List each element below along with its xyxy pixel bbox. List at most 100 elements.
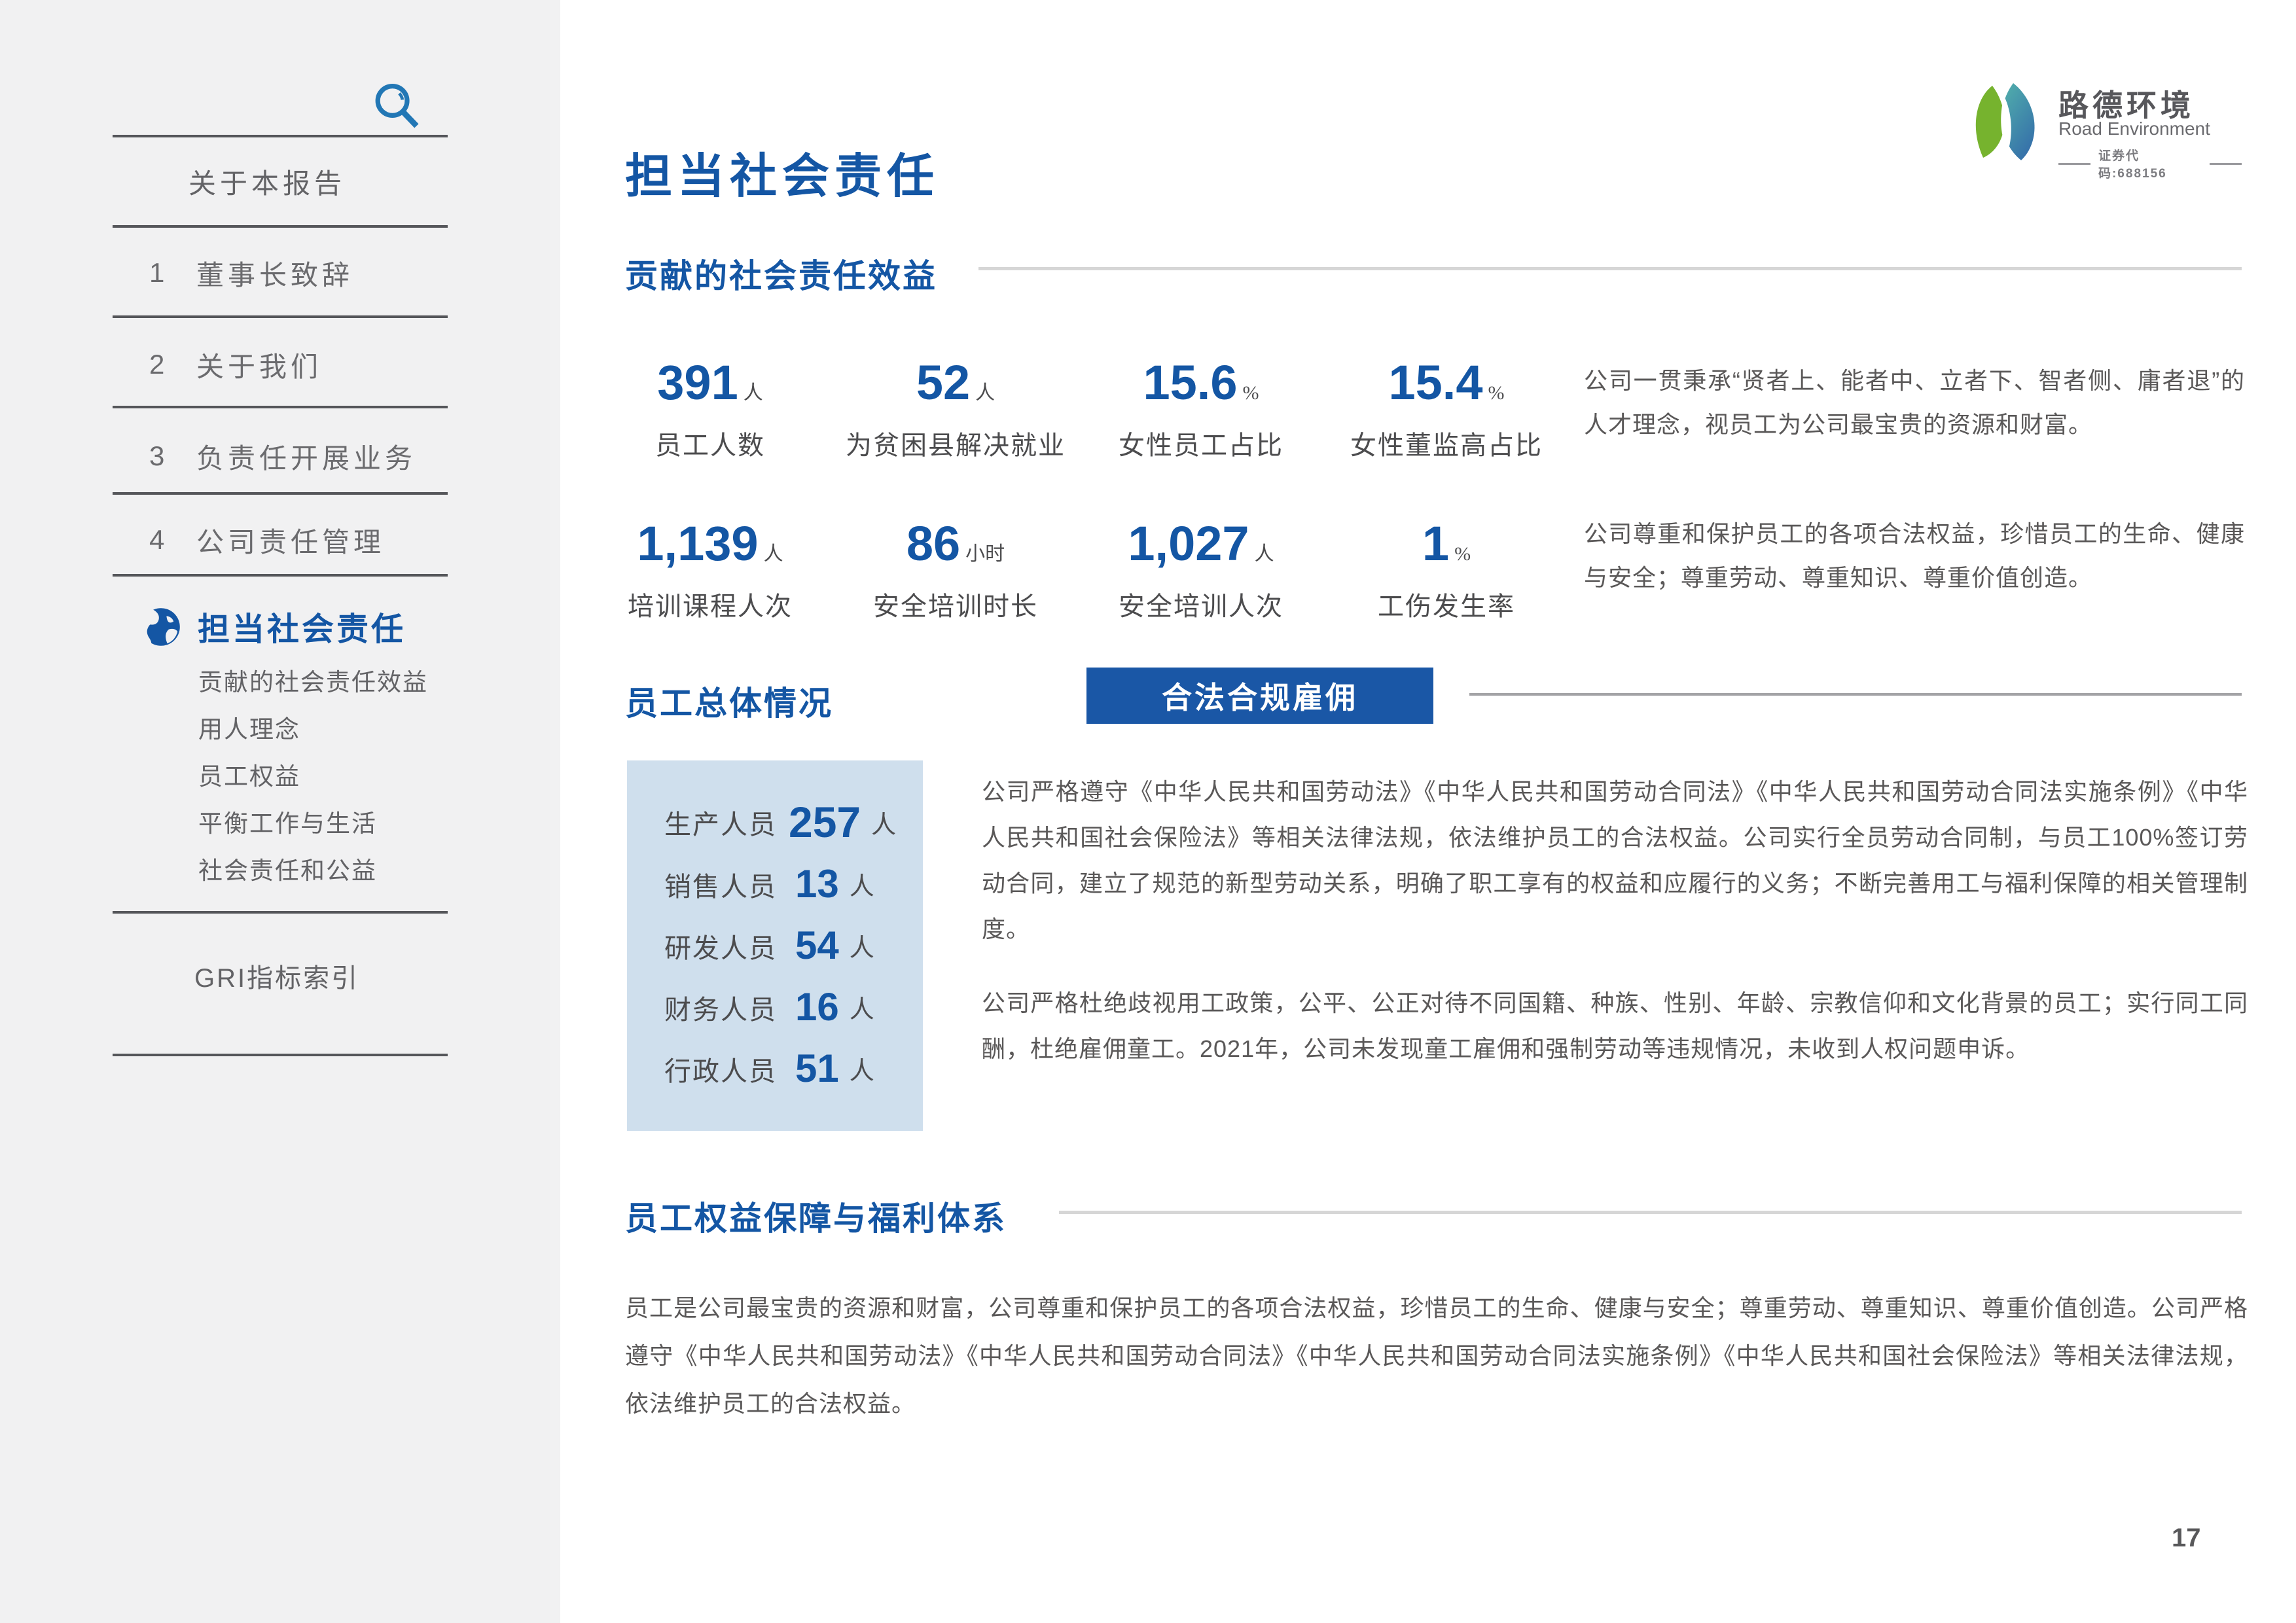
staff-label: 生产人员 (664, 802, 777, 842)
sidebar-item-about-us[interactable]: 2 关于我们 (0, 348, 560, 381)
sidebar-subitem-work-life-balance[interactable]: 平衡工作与生活 (198, 804, 377, 839)
stat-female-employee-ratio: 15.6% (1077, 355, 1325, 410)
stat-label: 培训课程人次 (586, 585, 834, 623)
stat-label: 女性董监高占比 (1322, 424, 1571, 462)
welfare-paragraph: 员工是公司最宝贵的资源和财富，公司尊重和保护员工的各项合法权益，珍惜员工的生命、… (625, 1284, 2248, 1427)
page-number: 17 (2172, 1524, 2201, 1553)
sidebar-item-gri-index[interactable]: GRI指标索引 (194, 957, 359, 995)
sidebar-item-number: 2 (149, 349, 164, 380)
stat-unit: % (1243, 382, 1259, 404)
divider (113, 911, 448, 914)
stat-value: 391 (657, 355, 738, 410)
page-title: 担当社会责任 (625, 137, 939, 206)
stat-employee-count: 391 人 (586, 355, 834, 410)
stat-female-executive-ratio: 15.4% (1322, 355, 1571, 410)
staff-row-sales: 销售人员 13 人 (664, 861, 874, 906)
anti-discrimination-paragraph: 公司严格杜绝歧视用工政策，公平、公正对待不同国籍、种族、性别、年龄、宗教信仰和文… (982, 980, 2248, 1072)
sidebar-item-number: 1 (149, 257, 164, 289)
section-rule (1059, 1211, 2242, 1214)
stat-unit: 人 (764, 543, 783, 565)
stat-label: 安全培训时长 (831, 585, 1080, 623)
staff-value: 16 (795, 984, 839, 1029)
stat-value: 86 (906, 516, 960, 571)
divider (113, 406, 448, 408)
staff-value: 13 (795, 861, 839, 906)
stat-safety-training-people: 1,027 人 (1077, 516, 1325, 571)
section-heading-benefits: 贡献的社会责任效益 (625, 250, 937, 297)
sidebar-subitem-employee-rights[interactable]: 员工权益 (198, 757, 300, 792)
stat-label: 工伤发生率 (1322, 585, 1571, 623)
logo-stock-code: 证券代码:688156 (2058, 146, 2242, 181)
sidebar-item-label: 董事长致辞 (196, 253, 353, 293)
sidebar-item-about-report[interactable]: 关于本报告 (0, 165, 560, 198)
divider (113, 492, 448, 495)
sidebar-subitem-benefits[interactable]: 贡献的社会责任效益 (198, 662, 428, 698)
report-page: 关于本报告 1 董事长致辞 2 关于我们 3 负责任开展业务 4 公司责任管理 (0, 0, 2296, 1623)
divider (113, 574, 448, 577)
staff-value: 54 (795, 923, 839, 968)
legal-employment-badge: 合法合规雇佣 (1086, 668, 1433, 724)
staff-unit: 人 (850, 866, 874, 902)
badge-label: 合法合规雇佣 (1162, 674, 1358, 717)
sidebar-item-chairman-speech[interactable]: 1 董事长致辞 (0, 257, 560, 289)
stat-unit: % (1488, 382, 1505, 404)
staff-unit: 人 (850, 989, 874, 1025)
stat-value: 1,139 (637, 516, 758, 571)
staff-value: 51 (795, 1046, 839, 1091)
stat-safety-training-hours: 86小时 (831, 516, 1080, 571)
section-rule (978, 267, 2242, 270)
labor-law-compliance-paragraph: 公司严格遵守《中华人民共和国劳动法》《中华人民共和国劳动合同法》《中华人民共和国… (982, 769, 2248, 952)
company-logo: 路德环境 Road Environment 证券代码:688156 (1967, 75, 2242, 193)
logo-company-name-en: Road Environment (2058, 118, 2210, 139)
sidebar-item-label: 关于本报告 (188, 162, 346, 202)
stat-unit: 人 (744, 382, 763, 404)
stat-value: 1,027 (1128, 516, 1249, 571)
staff-row-production: 生产人员 257 人 (664, 797, 896, 847)
section-heading-welfare: 员工权益保障与福利体系 (625, 1192, 1007, 1240)
stat-value: 1 (1422, 516, 1449, 571)
search-icon[interactable] (370, 80, 423, 132)
staff-row-rd: 研发人员 54 人 (664, 923, 874, 968)
globe-icon (141, 607, 181, 647)
stat-value: 15.4 (1388, 355, 1482, 410)
sidebar-item-label: 关于我们 (196, 345, 322, 385)
stat-label: 员工人数 (586, 424, 834, 462)
stat-unit: 人 (1255, 543, 1274, 565)
sidebar-item-number: 4 (149, 524, 164, 556)
sidebar: 关于本报告 1 董事长致辞 2 关于我们 3 负责任开展业务 4 公司责任管理 (0, 0, 560, 1623)
stat-label: 安全培训人次 (1077, 585, 1325, 623)
staff-value: 257 (789, 797, 861, 847)
sidebar-subitem-public-welfare[interactable]: 社会责任和公益 (198, 851, 377, 886)
stat-unit: % (1454, 543, 1471, 565)
staff-label: 研发人员 (664, 926, 777, 965)
dash-decoration (2210, 163, 2242, 165)
staff-unit: 人 (850, 1050, 874, 1086)
section-heading-employee-overview: 员工总体情况 (625, 677, 833, 724)
sidebar-item-responsible-business[interactable]: 3 负责任开展业务 (0, 440, 560, 473)
sidebar-item-social-responsibility-active[interactable]: 担当社会责任 (141, 603, 406, 650)
staff-unit: 人 (850, 927, 874, 963)
staff-label: 行政人员 (664, 1049, 777, 1088)
staff-unit: 人 (871, 804, 896, 840)
staff-row-finance: 财务人员 16 人 (664, 984, 874, 1029)
talent-philosophy-paragraph: 公司一贯秉承“贤者上、能者中、立者下、智者侧、庸者退”的人才理念，视员工为公司最… (1584, 359, 2245, 446)
stat-training-sessions: 1,139 人 (586, 516, 834, 571)
stat-value: 52 (916, 355, 970, 410)
section-rule (1469, 693, 2242, 696)
stat-value: 15.6 (1143, 355, 1237, 410)
sidebar-active-label: 担当社会责任 (198, 603, 406, 650)
stat-label: 女性员工占比 (1077, 424, 1325, 462)
stat-unit: 小时 (965, 543, 1005, 565)
sidebar-item-responsibility-management[interactable]: 4 公司责任管理 (0, 524, 560, 556)
sidebar-subitem-talent-philosophy[interactable]: 用人理念 (198, 709, 300, 745)
staff-label: 财务人员 (664, 988, 777, 1027)
sidebar-item-number: 3 (149, 440, 164, 472)
divider (113, 1054, 448, 1056)
stat-poverty-county-jobs: 52人 (831, 355, 1080, 410)
employee-respect-paragraph: 公司尊重和保护员工的各项合法权益，珍惜员工的生命、健康与安全；尊重劳动、尊重知识… (1584, 512, 2245, 599)
divider (113, 225, 448, 228)
staff-label: 销售人员 (664, 865, 777, 904)
sidebar-item-label: 公司责任管理 (196, 520, 385, 560)
stat-label: 为贫困县解决就业 (831, 424, 1080, 462)
stat-unit: 人 (975, 382, 995, 404)
